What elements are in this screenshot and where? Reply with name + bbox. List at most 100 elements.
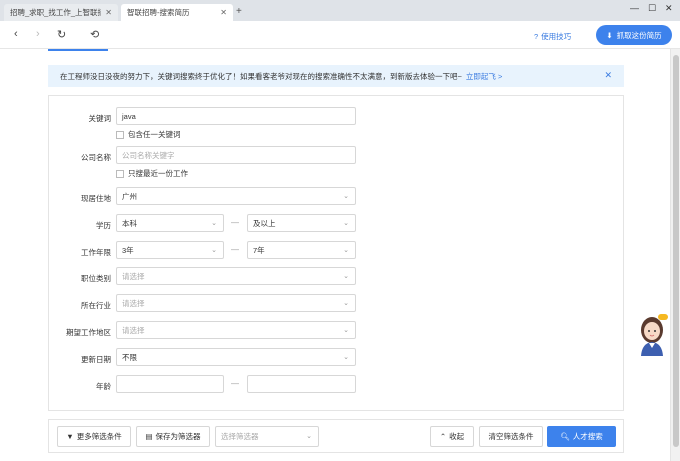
education-label: 学历 (96, 221, 111, 230)
chevron-down-icon: ⌄ (306, 433, 312, 440)
range-dash: — (231, 218, 239, 227)
browser-tab-zhaopin[interactable]: 招聘_求职_找工作_上智联招… ✕ (4, 4, 118, 21)
filter-icon: ▼ (66, 432, 74, 441)
any-keyword-label: 包含任一关键词 (128, 130, 181, 139)
industry-label: 所在行业 (81, 301, 111, 310)
minimize-icon[interactable]: — (630, 3, 639, 13)
reload-icon[interactable]: ↻ (57, 28, 66, 41)
close-window-icon[interactable]: ✕ (665, 3, 673, 14)
assistant-avatar[interactable] (634, 312, 670, 358)
residence-select[interactable]: 广州 ⌄ (116, 187, 356, 205)
notice-banner: 在工程师没日没夜的努力下，关键词搜索终于优化了！如果看客老爷对现在的搜索准确性不… (48, 65, 624, 87)
education-from-select[interactable]: 本科 ⌄ (116, 214, 224, 232)
search-form: 关键词 java 包含任一关键词 公司名称 公司名称关键字 只搜最近一份工作 现… (48, 95, 624, 411)
chevron-down-icon: ⌄ (343, 300, 349, 307)
collapse-label: 收起 (449, 432, 465, 441)
expected-location-placeholder: 请选择 (122, 325, 145, 335)
age-from-input[interactable] (116, 375, 224, 393)
keyword-input[interactable]: java (116, 107, 356, 125)
checkbox-box[interactable] (116, 130, 124, 139)
scrollbar-thumb[interactable] (673, 55, 679, 447)
maximize-icon[interactable]: ☐ (648, 3, 656, 14)
notice-link[interactable]: 立即起飞 > (466, 71, 502, 82)
tab-title: 招聘_求职_找工作_上智联招… (10, 8, 102, 17)
residence-label: 现居住地 (81, 194, 111, 203)
assistant-illustration (641, 314, 668, 356)
experience-to-value: 7年 (253, 245, 265, 255)
close-tab-icon[interactable]: ✕ (105, 8, 112, 17)
recent-job-checkbox[interactable]: 只搜最近一份工作 (116, 168, 188, 179)
close-tab-icon[interactable]: ✕ (220, 8, 227, 17)
talent-search-label: 人才搜索 (572, 432, 603, 441)
chevron-down-icon: ⌄ (211, 220, 217, 227)
help-tips-label: 使用技巧 (541, 32, 572, 41)
chevron-up-icon: ⌃ (439, 432, 447, 441)
clear-filters-label: 清空筛选条件 (488, 432, 534, 441)
chevron-down-icon: ⌄ (343, 193, 349, 200)
expected-location-label: 期望工作地区 (66, 328, 111, 337)
chevron-down-icon: ⌄ (343, 327, 349, 334)
grab-resume-button[interactable]: ⬇ 抓取这份简历 (596, 25, 672, 45)
help-tips-link[interactable]: ? 使用技巧 (534, 31, 571, 42)
experience-from-value: 3年 (122, 245, 134, 255)
history-icon[interactable]: ⟲ (90, 28, 99, 41)
save-filter-button[interactable]: ▤ 保存为筛选器 (136, 426, 210, 447)
update-date-value: 不限 (122, 352, 137, 362)
age-label: 年龄 (96, 382, 111, 391)
new-tab-icon[interactable]: + (236, 6, 242, 17)
save-icon: ▤ (145, 432, 153, 441)
tab-title: 智联招聘-搜索简历 (127, 8, 190, 17)
download-icon: ⬇ (606, 30, 613, 40)
industry-select[interactable]: 请选择 ⌄ (116, 294, 356, 312)
job-category-placeholder: 请选择 (122, 271, 145, 281)
experience-from-select[interactable]: 3年 ⌄ (116, 241, 224, 259)
expected-location-select[interactable]: 请选择 ⌄ (116, 321, 356, 339)
recent-job-label: 只搜最近一份工作 (128, 169, 188, 178)
experience-to-select[interactable]: 7年 ⌄ (247, 241, 356, 259)
keyword-label: 关键词 (88, 114, 112, 123)
chevron-down-icon: ⌄ (343, 247, 349, 254)
residence-value: 广州 (122, 191, 137, 201)
education-from-value: 本科 (122, 218, 137, 228)
collapse-button[interactable]: ⌃ 收起 (430, 426, 474, 447)
clear-filters-button[interactable]: 清空筛选条件 (479, 426, 543, 447)
page-scrollbar[interactable] (670, 49, 680, 461)
save-filter-label: 保存为筛选器 (155, 432, 201, 441)
browser-tab-search-resume[interactable]: 智联招聘-搜索简历 ✕ (121, 4, 233, 21)
age-to-input[interactable] (247, 375, 356, 393)
grab-resume-label: 抓取这份简历 (616, 30, 662, 40)
notice-text: 在工程师没日没夜的努力下，关键词搜索终于优化了！如果看客老爷对现在的搜索准确性不… (60, 71, 462, 81)
page-content: 在工程师没日没夜的努力下，关键词搜索终于优化了！如果看客老爷对现在的搜索准确性不… (0, 49, 670, 461)
chevron-down-icon: ⌄ (343, 354, 349, 361)
range-dash: — (231, 379, 239, 388)
job-category-select[interactable]: 请选择 ⌄ (116, 267, 356, 285)
window-titlebar: 招聘_求职_找工作_上智联招… ✕ 智联招聘-搜索简历 ✕ + — ☐ ✕ (0, 0, 680, 21)
education-to-value: 及以上 (253, 218, 276, 228)
chevron-down-icon: ⌄ (211, 247, 217, 254)
education-to-select[interactable]: 及以上 ⌄ (247, 214, 356, 232)
question-icon: ? (534, 32, 539, 41)
chevron-down-icon: ⌄ (343, 220, 349, 227)
any-keyword-checkbox[interactable]: 包含任一关键词 (116, 129, 181, 140)
close-notice-icon[interactable]: ✕ (604, 70, 612, 81)
search-icon: 🔍︎ (560, 432, 570, 441)
forward-icon[interactable]: › (36, 28, 40, 40)
talent-search-button[interactable]: 🔍︎ 人才搜索 (547, 426, 616, 447)
action-bar: ▼ 更多筛选条件 ▤ 保存为筛选器 选择筛选器 ⌄ ⌃ 收起 清空筛选条件 🔍︎… (48, 419, 624, 453)
company-input[interactable]: 公司名称关键字 (116, 146, 356, 164)
filter-select-placeholder: 选择筛选器 (221, 432, 259, 441)
job-category-label: 职位类别 (81, 274, 111, 283)
checkbox-box[interactable] (116, 169, 124, 178)
range-dash: — (231, 245, 239, 254)
industry-placeholder: 请选择 (122, 298, 145, 308)
chevron-down-icon: ⌄ (343, 273, 349, 280)
browser-toolbar: ‹ › ↻ ⟲ ? 使用技巧 ⬇ 抓取这份简历 (0, 21, 680, 49)
active-tab-indicator (48, 49, 108, 51)
more-filters-label: 更多筛选条件 (76, 432, 122, 441)
back-icon[interactable]: ‹ (14, 28, 18, 40)
update-date-select[interactable]: 不限 ⌄ (116, 348, 356, 366)
more-filters-button[interactable]: ▼ 更多筛选条件 (57, 426, 131, 447)
update-date-label: 更新日期 (81, 355, 111, 364)
experience-label: 工作年限 (81, 248, 111, 257)
filter-select[interactable]: 选择筛选器 ⌄ (215, 426, 319, 447)
